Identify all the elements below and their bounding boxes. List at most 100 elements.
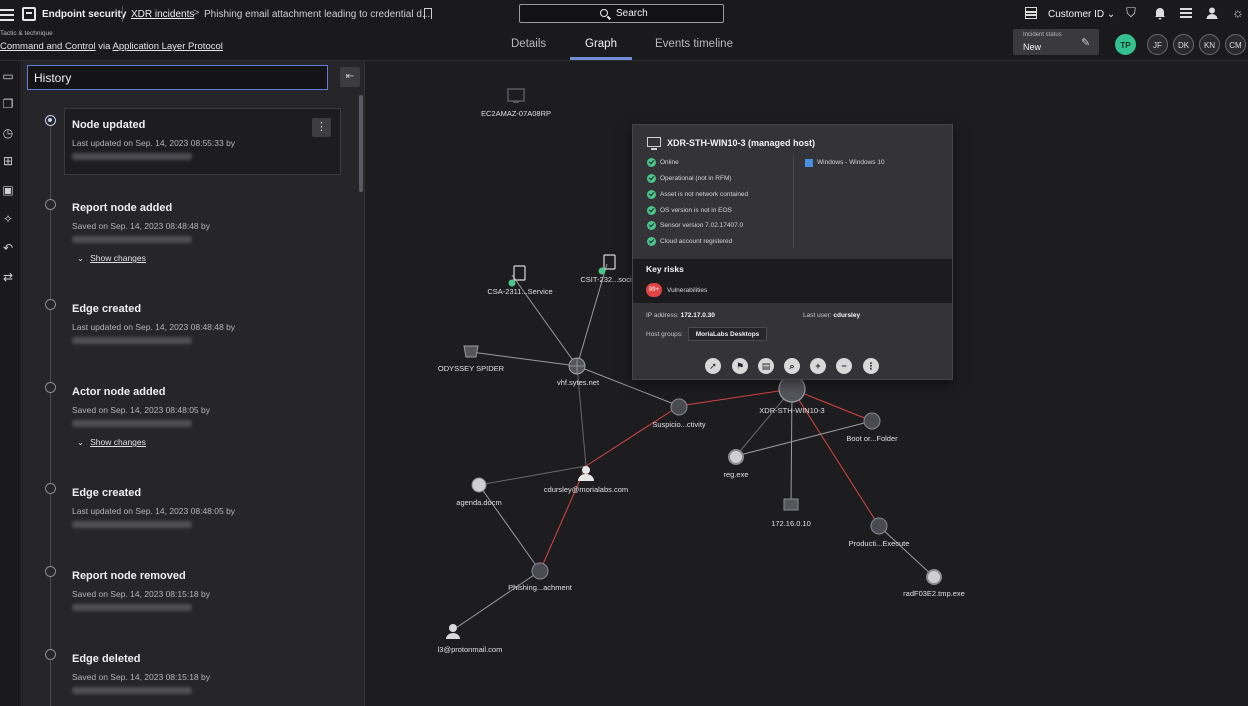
history-search-input[interactable] bbox=[27, 65, 328, 90]
node-label-ip[interactable]: 172.16.0.10 bbox=[771, 519, 811, 528]
node-label-suspicious[interactable]: Suspicio...ctivity bbox=[652, 420, 705, 429]
bell-icon[interactable] bbox=[1153, 6, 1167, 20]
node-label-vhf[interactable]: vhf.sytes.net bbox=[557, 378, 599, 387]
copy-icon[interactable]: ❐ bbox=[1, 97, 15, 111]
actor-node-odyssey bbox=[463, 345, 479, 358]
node-label-odyssey[interactable]: ODYSSEY SPIDER bbox=[438, 364, 504, 373]
avatar-tp[interactable]: TP bbox=[1115, 34, 1136, 55]
search-button[interactable]: Search bbox=[519, 4, 724, 23]
flag-icon[interactable]: ⚑ bbox=[732, 358, 748, 374]
timeline-line bbox=[50, 123, 51, 706]
entry-title: Edge created bbox=[72, 303, 142, 315]
show-changes-toggle[interactable]: ⌄ Show changes bbox=[77, 437, 146, 448]
email-node-head bbox=[449, 624, 457, 632]
check-icon bbox=[647, 158, 656, 167]
node-label-xdr-host[interactable]: XDR-STH-WIN10-3 bbox=[759, 406, 824, 415]
search-icon[interactable]: ⌕ bbox=[784, 358, 800, 374]
entry-more-icon[interactable]: ⋮ bbox=[312, 118, 331, 137]
minus-icon[interactable]: − bbox=[836, 358, 852, 374]
more-icon[interactable]: ⋮ bbox=[863, 358, 879, 374]
plus-icon[interactable]: + bbox=[810, 358, 826, 374]
node-label-reg[interactable]: reg.exe bbox=[723, 470, 748, 479]
active-tab-indicator bbox=[570, 57, 632, 60]
windows-icon bbox=[805, 159, 813, 167]
entry-meta: Last updated on Sep. 14, 2023 08:48:05 b… bbox=[72, 506, 236, 516]
show-changes-label[interactable]: Show changes bbox=[90, 253, 146, 263]
host-group-chip[interactable]: MoriaLabs Desktops bbox=[688, 327, 767, 341]
pointer-icon[interactable]: ➚ bbox=[705, 358, 721, 374]
undo-icon[interactable]: ↶ bbox=[1, 241, 15, 255]
detection-node-boot bbox=[863, 412, 881, 430]
hierarchy-icon[interactable]: ⊞ bbox=[1, 154, 15, 168]
gear-icon[interactable]: ☼ bbox=[1231, 6, 1245, 20]
history-icon[interactable]: ◷ bbox=[1, 126, 15, 140]
node-label-producti[interactable]: Producti...Execute bbox=[849, 539, 910, 548]
incident-status-field[interactable]: Incident status New ✎ bbox=[1013, 29, 1099, 55]
email-node-body bbox=[446, 633, 460, 639]
breadcrumb-xdr-incidents[interactable]: XDR incidents bbox=[131, 9, 194, 20]
status-cloud: Cloud account registered bbox=[660, 238, 733, 245]
host-groups-label: Host groups: bbox=[646, 331, 683, 338]
process-node-reg bbox=[728, 449, 744, 465]
breadcrumb-divider bbox=[122, 6, 123, 22]
panel-toggle-icon[interactable]: ▭ bbox=[1, 69, 15, 83]
redacted-user bbox=[72, 521, 192, 528]
timeline-dot bbox=[45, 115, 56, 126]
avatar-jf[interactable]: JF bbox=[1147, 34, 1168, 55]
popup-divider bbox=[793, 155, 794, 248]
vulnerabilities-label[interactable]: Vulnerabilities bbox=[667, 287, 707, 294]
node-label-csa[interactable]: CSA-2311...Service bbox=[487, 287, 552, 296]
image-icon[interactable]: ▣ bbox=[1, 183, 15, 197]
node-label-boot[interactable]: Boot or...Folder bbox=[846, 434, 897, 443]
node-label-csit[interactable]: CSIT-232...soci bbox=[580, 275, 631, 284]
scrollbar-thumb[interactable] bbox=[359, 95, 363, 192]
process-node-radf bbox=[926, 569, 942, 585]
user-node-body bbox=[578, 474, 594, 481]
node-label-ec2[interactable]: EC2AMAZ-07A08RP bbox=[481, 109, 551, 118]
entry-title: Actor node added bbox=[72, 386, 166, 398]
pencil-icon[interactable]: ✎ bbox=[1081, 36, 1090, 49]
detection-node-suspicious bbox=[670, 398, 688, 416]
avatar-dk[interactable]: DK bbox=[1173, 34, 1194, 55]
entry-meta: Saved on Sep. 14, 2023 08:48:48 by bbox=[72, 221, 211, 231]
os-version: Windows - Windows 10 bbox=[817, 159, 885, 166]
avatar-cm[interactable]: CM bbox=[1225, 34, 1246, 55]
customer-id-dropdown[interactable]: Customer ID ⌄ bbox=[1048, 9, 1115, 20]
show-changes-toggle[interactable]: ⌄ Show changes bbox=[77, 253, 146, 264]
collapse-panel-button[interactable]: ⇤ bbox=[340, 67, 360, 87]
shield-icon[interactable]: ⛉ bbox=[1124, 6, 1138, 20]
swap-icon[interactable]: ⇄ bbox=[1, 270, 15, 284]
check-icon bbox=[647, 190, 656, 199]
timeline-dot bbox=[45, 649, 56, 660]
node-label-phishing[interactable]: Phishing...achment bbox=[508, 583, 572, 592]
timeline-dot bbox=[45, 382, 56, 393]
user-icon[interactable] bbox=[1205, 6, 1219, 20]
grid-icon[interactable] bbox=[1025, 7, 1037, 19]
breadcrumb-chevron-icon: > bbox=[193, 7, 200, 19]
tactic-link[interactable]: Command and Control bbox=[0, 41, 96, 52]
node-label-user[interactable]: cdursley@morialabs.com bbox=[544, 485, 628, 494]
menu-icon[interactable] bbox=[0, 7, 14, 21]
node-label-radf[interactable]: radF03E2.tmp.exe bbox=[903, 589, 965, 598]
status-online: Online bbox=[660, 159, 679, 166]
bookmark-icon[interactable] bbox=[424, 8, 432, 19]
node-label-proton[interactable]: l3@protonmail.com bbox=[438, 645, 503, 654]
app-name[interactable]: Endpoint security bbox=[42, 9, 126, 20]
comment-icon[interactable]: ▤ bbox=[758, 358, 774, 374]
tab-details[interactable]: Details bbox=[511, 38, 546, 50]
monitor-icon bbox=[647, 137, 661, 150]
show-changes-label[interactable]: Show changes bbox=[90, 437, 146, 447]
entry-title: Report node added bbox=[72, 202, 173, 214]
sliders-icon[interactable] bbox=[1179, 6, 1193, 20]
node-label-agenda[interactable]: agenda.docm bbox=[456, 498, 501, 507]
tactic-technique: Command and Control via Application Laye… bbox=[0, 41, 223, 52]
tab-graph[interactable]: Graph bbox=[585, 38, 617, 50]
endpoint-app-icon bbox=[22, 7, 36, 21]
sparkle-icon[interactable]: ✧ bbox=[1, 212, 15, 226]
customer-id-label: Customer ID bbox=[1048, 9, 1105, 20]
tool-rail: ▭ ❐ ◷ ⊞ ▣ ✧ ↶ ⇄ bbox=[0, 61, 22, 706]
vulnerability-count-badge[interactable]: 99+ bbox=[646, 283, 662, 297]
technique-link[interactable]: Application Layer Protocol bbox=[113, 41, 223, 52]
tab-events-timeline[interactable]: Events timeline bbox=[655, 38, 733, 50]
avatar-kn[interactable]: KN bbox=[1199, 34, 1220, 55]
